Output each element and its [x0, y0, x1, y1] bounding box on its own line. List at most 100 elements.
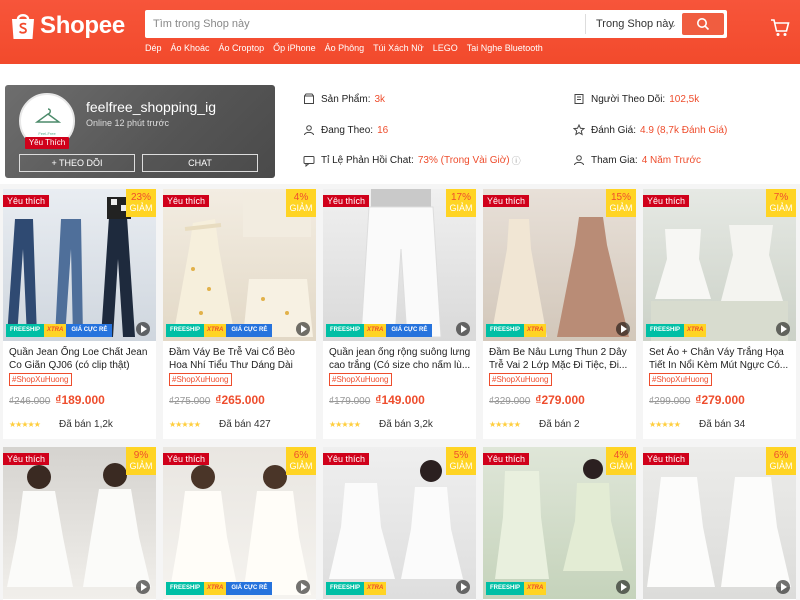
play-icon[interactable]: [776, 580, 790, 594]
quick-link[interactable]: Ốp iPhone: [273, 43, 316, 53]
product-name[interactable]: Đầm Be Nâu Lưng Thun 2 Dây Trễ Vai 2 Lớp…: [489, 346, 631, 372]
product-tag: #ShopXuHuong: [169, 373, 232, 386]
discount-word: GIẢM: [609, 203, 633, 213]
current-price: ₫279.000: [535, 393, 585, 407]
follow-button[interactable]: + THEO DÕI: [19, 154, 135, 172]
product-name[interactable]: Quần Jean Ống Loe Chất Jean Co Giãn QJ06…: [9, 346, 151, 372]
top-header: Shopee Trong Shop này ⌄ Dép Áo Khoác Áo …: [0, 0, 800, 64]
product-card[interactable]: Yêu thích 4% GIẢM FREESHIP XTRA GIÁ CỰC RẺ …: [163, 189, 316, 439]
freeship-label: FREESHIP: [326, 582, 365, 595]
search-icon: [697, 18, 710, 31]
chat-button[interactable]: CHAT: [142, 154, 258, 172]
xtra-label: XTRA: [684, 324, 707, 337]
xtra-label: XTRA: [524, 324, 547, 337]
discount-value: 9%: [133, 450, 149, 461]
discount-value: 4%: [293, 192, 309, 203]
favorite-label: Yêu thích: [483, 195, 530, 207]
xtra-label: XTRA: [364, 582, 387, 595]
discount-word: GIẢM: [129, 461, 153, 471]
discount-word: GIẢM: [769, 461, 793, 471]
quick-link[interactable]: Dép: [145, 43, 162, 53]
product-card[interactable]: Yêu thích 4% GIẢM FREESHIP XTRA: [483, 447, 636, 600]
stat-value: 102,5k: [669, 93, 700, 105]
chat-icon: [303, 155, 315, 167]
discount-value: 5%: [453, 450, 469, 461]
sold-count: Đã bán 2: [539, 419, 580, 430]
current-price: ₫189.000: [55, 393, 105, 407]
discount-value: 4%: [613, 450, 629, 461]
info-icon[interactable]: ⓘ: [512, 154, 521, 167]
sold-count: Đã bán 3,2k: [379, 419, 433, 430]
product-card[interactable]: Yêu thích 7% GIẢM FREESHIP XTRA Set Áo + C…: [643, 189, 796, 439]
favorite-label: Yêu thích: [163, 453, 210, 465]
user-check-icon: [574, 94, 584, 104]
rating-stars: ★★★★★: [9, 420, 41, 429]
shopee-logo[interactable]: Shopee: [10, 11, 125, 41]
favorite-label: Yêu thích: [643, 453, 690, 465]
play-icon[interactable]: [136, 580, 150, 594]
quick-links: Dép Áo Khoác Áo Croptop Ốp iPhone Áo Phô…: [145, 43, 552, 53]
cheap-price-label: GIÁ CỰC RẺ: [226, 582, 273, 595]
search-input[interactable]: [145, 10, 585, 38]
old-price: ₫246.000: [9, 396, 51, 407]
stat-value: 16: [377, 124, 389, 136]
product-card[interactable]: Yêu thích 5% GIẢM FREESHIP XTRA: [323, 447, 476, 600]
stat-label: Đánh Giá:: [591, 124, 637, 136]
quick-link[interactable]: LEGO: [433, 43, 458, 53]
star-icon: [573, 124, 585, 136]
shopee-bag-icon: [10, 11, 36, 41]
discount-badge: 6% GIẢM: [766, 447, 796, 475]
play-icon[interactable]: [616, 580, 630, 594]
quick-link[interactable]: Áo Croptop: [219, 43, 265, 53]
quick-link[interactable]: Áo Phông: [325, 43, 365, 53]
play-icon[interactable]: [456, 580, 470, 594]
favorite-label: Yêu thích: [3, 195, 50, 207]
product-card[interactable]: Yêu thích 17% GIẢM FREESHIP XTRA GIÁ CỰC RẺ…: [323, 189, 476, 439]
favorite-label: Yêu thích: [323, 195, 370, 207]
play-icon[interactable]: [296, 580, 310, 594]
product-card[interactable]: Yêu thích 23% GIẢM FREESHIP XTRA GIÁ CỰC RẺ…: [3, 189, 156, 439]
product-price: ₫179.000 ₫149.000: [329, 393, 425, 407]
discount-word: GIẢM: [129, 203, 153, 213]
discount-value: 7%: [773, 192, 789, 203]
discount-badge: 23% GIẢM: [126, 189, 156, 217]
cart-icon[interactable]: [770, 18, 790, 43]
xtra-label: XTRA: [44, 324, 67, 337]
search-scope-label: Trong Shop này: [596, 18, 674, 30]
xtra-label: XTRA: [204, 324, 227, 337]
product-tag: #ShopXuHuong: [649, 373, 712, 386]
user-plus-icon: [304, 125, 314, 136]
current-price: ₫265.000: [215, 393, 265, 407]
freeship-banner: FREESHIP XTRA GIÁ CỰC RẺ: [6, 324, 113, 337]
freeship-banner: FREESHIP XTRA: [486, 582, 547, 595]
discount-word: GIẢM: [449, 461, 473, 471]
product-name[interactable]: Đầm Váy Be Trễ Vai Cổ Bèo Hoa Nhí Tiểu T…: [169, 346, 311, 372]
product-card[interactable]: Yêu thích 15% GIẢM FREESHIP XTRA Đầm Be Nâ…: [483, 189, 636, 439]
quick-link[interactable]: Túi Xách Nữ: [373, 43, 424, 53]
search-scope-dropdown[interactable]: Trong Shop này ⌄: [585, 14, 685, 34]
old-price: ₫329.000: [489, 396, 531, 407]
quick-link[interactable]: Áo Khoác: [171, 43, 210, 53]
discount-badge: 15% GIẢM: [606, 189, 636, 217]
product-card[interactable]: Yêu thích 6% GIẢM: [643, 447, 796, 600]
freeship-label: FREESHIP: [166, 582, 205, 595]
favorite-label: Yêu thích: [3, 453, 50, 465]
freeship-banner: FREESHIP XTRA: [486, 324, 547, 337]
stat-label: Người Theo Dõi:: [591, 93, 666, 105]
play-icon[interactable]: [616, 322, 630, 336]
play-icon[interactable]: [456, 322, 470, 336]
product-card[interactable]: Yêu thích 6% GIẢM FREESHIP XTRA GIÁ CỰC RẺ: [163, 447, 316, 600]
product-name[interactable]: Quần jean ống rộng suông lưng cao trắng …: [329, 346, 471, 372]
search-button[interactable]: [682, 13, 724, 35]
play-icon[interactable]: [776, 322, 790, 336]
shop-card: Feel-Free Yêu Thích feelfree_shopping_ig…: [5, 85, 275, 178]
product-name[interactable]: Set Áo + Chân Váy Trắng Họa Tiết In Nổi …: [649, 346, 791, 372]
search-bar: Trong Shop này ⌄: [145, 10, 727, 38]
play-icon[interactable]: [136, 322, 150, 336]
stat-followers: Người Theo Dõi: 102,5k: [573, 93, 699, 105]
cheap-price-label: GIÁ CỰC RẺ: [226, 324, 273, 337]
product-card[interactable]: Yêu thích 9% GIẢM: [3, 447, 156, 600]
xtra-label: XTRA: [364, 324, 387, 337]
quick-link[interactable]: Tai Nghe Bluetooth: [467, 43, 543, 53]
play-icon[interactable]: [296, 322, 310, 336]
